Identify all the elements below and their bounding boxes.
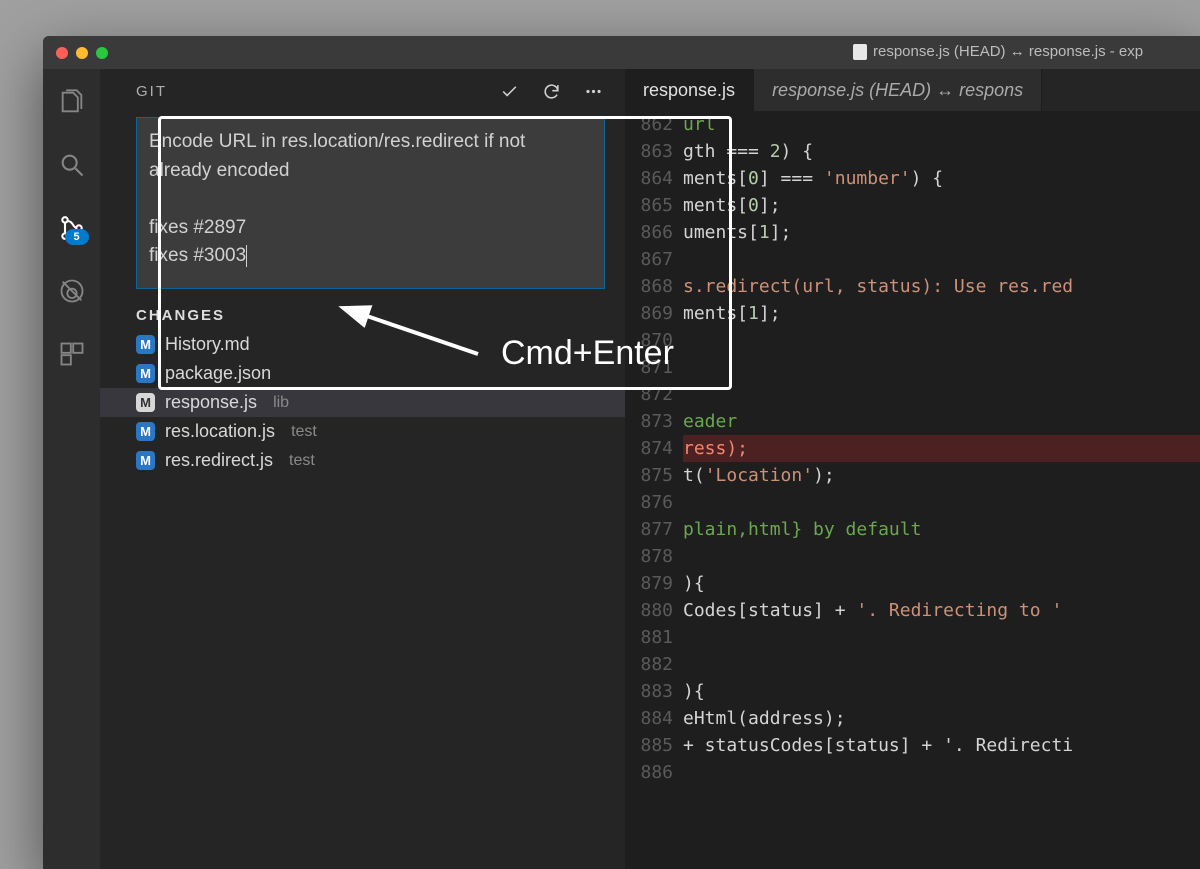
change-dir: test — [291, 423, 317, 441]
refresh-icon[interactable] — [541, 81, 561, 101]
change-filename: response.js — [165, 392, 257, 413]
activity-bar: 5 — [43, 69, 100, 869]
changes-header: CHANGES — [100, 297, 625, 330]
modified-badge: M — [136, 451, 155, 470]
change-filename: History.md — [165, 334, 250, 355]
window-title: response.js (HEAD) ↔ response.js - exp — [853, 43, 1143, 60]
scm-panel: GIT Encode URL in res.location/res.redir… — [100, 69, 625, 869]
change-dir: test — [289, 452, 315, 470]
editor-tab[interactable]: response.js — [625, 69, 754, 111]
scm-title: GIT — [136, 83, 167, 100]
vscode-window: response.js (HEAD) ↔ response.js - exp 5 — [43, 36, 1200, 869]
debug-tab[interactable] — [57, 276, 87, 306]
editor-tab[interactable]: response.js (HEAD) ↔ respons — [754, 69, 1042, 111]
explorer-tab[interactable] — [57, 87, 87, 117]
change-row[interactable]: Mresponse.js lib — [100, 388, 625, 417]
file-icon — [853, 44, 867, 60]
editor-tabs: response.jsresponse.js (HEAD) ↔ respons — [625, 69, 1200, 111]
change-filename: res.location.js — [165, 421, 275, 442]
text-caret — [246, 245, 247, 267]
search-tab[interactable] — [57, 150, 87, 180]
change-row[interactable]: Mres.redirect.js test — [100, 446, 625, 475]
change-row[interactable]: M History.md — [100, 330, 625, 359]
scm-badge: 5 — [65, 229, 89, 245]
code-editor[interactable]: 8628638648658668678688698708718728738748… — [625, 111, 1200, 869]
change-filename: package.json — [165, 363, 271, 384]
commit-message-text: Encode URL in res.location/res.redirect … — [149, 131, 531, 266]
close-window-button[interactable] — [56, 47, 68, 59]
more-icon[interactable] — [583, 81, 603, 101]
change-dir: lib — [273, 394, 289, 412]
scm-actions — [499, 81, 603, 101]
modified-badge: M — [136, 422, 155, 441]
commit-message-input[interactable]: Encode URL in res.location/res.redirect … — [136, 117, 605, 289]
editor-area: response.jsresponse.js (HEAD) ↔ respons … — [625, 69, 1200, 869]
minimize-window-button[interactable] — [76, 47, 88, 59]
modified-badge: M — [136, 335, 155, 354]
titlebar: response.js (HEAD) ↔ response.js - exp — [43, 36, 1200, 69]
scm-header: GIT — [100, 69, 625, 107]
extensions-tab[interactable] — [57, 339, 87, 369]
change-row[interactable]: Mpackage.json — [100, 359, 625, 388]
commit-check-icon[interactable] — [499, 81, 519, 101]
change-filename: res.redirect.js — [165, 450, 273, 471]
line-number-gutter: 8628638648658668678688698708718728738748… — [625, 111, 683, 869]
modified-badge: M — [136, 393, 155, 412]
window-controls — [43, 47, 108, 59]
window-body: 5 GIT Encode URL in res.location/res.red… — [43, 69, 1200, 869]
window-title-text: response.js (HEAD) ↔ response.js - exp — [873, 43, 1143, 60]
maximize-window-button[interactable] — [96, 47, 108, 59]
source-control-tab[interactable]: 5 — [57, 213, 87, 243]
modified-badge: M — [136, 364, 155, 383]
changes-list: MHistory.mdMpackage.jsonMresponse.jslibM… — [100, 330, 625, 475]
code-content: urlgth === 2) {ments[0] === 'number') {m… — [683, 111, 1200, 869]
change-row[interactable]: Mres.location.js test — [100, 417, 625, 446]
